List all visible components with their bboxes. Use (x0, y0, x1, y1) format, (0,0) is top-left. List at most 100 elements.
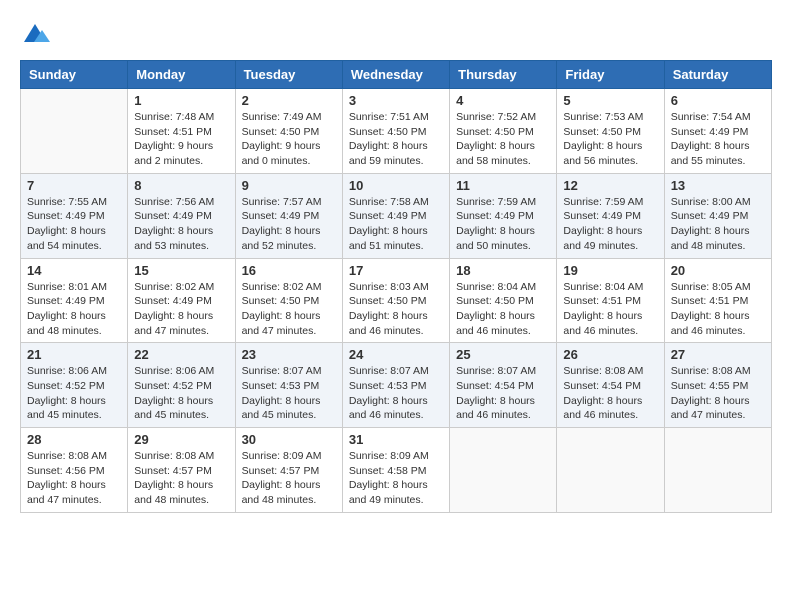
day-info: Sunrise: 8:08 AM Sunset: 4:54 PM Dayligh… (563, 364, 657, 423)
calendar-cell: 10 Sunrise: 7:58 AM Sunset: 4:49 PM Dayli… (342, 173, 449, 258)
calendar-cell: 2 Sunrise: 7:49 AM Sunset: 4:50 PM Daylig… (235, 89, 342, 174)
day-info: Sunrise: 8:07 AM Sunset: 4:54 PM Dayligh… (456, 364, 550, 423)
calendar-week-4: 21 Sunrise: 8:06 AM Sunset: 4:52 PM Dayli… (21, 343, 772, 428)
day-header-sunday: Sunday (21, 61, 128, 89)
calendar-cell: 1 Sunrise: 7:48 AM Sunset: 4:51 PM Daylig… (128, 89, 235, 174)
logo (20, 20, 54, 50)
day-number: 13 (671, 178, 765, 193)
calendar-cell (450, 428, 557, 513)
day-number: 4 (456, 93, 550, 108)
day-info: Sunrise: 7:57 AM Sunset: 4:49 PM Dayligh… (242, 195, 336, 254)
day-info: Sunrise: 8:01 AM Sunset: 4:49 PM Dayligh… (27, 280, 121, 339)
day-number: 8 (134, 178, 228, 193)
calendar-cell: 22 Sunrise: 8:06 AM Sunset: 4:52 PM Dayli… (128, 343, 235, 428)
day-info: Sunrise: 7:52 AM Sunset: 4:50 PM Dayligh… (456, 110, 550, 169)
day-header-friday: Friday (557, 61, 664, 89)
day-info: Sunrise: 8:06 AM Sunset: 4:52 PM Dayligh… (27, 364, 121, 423)
day-info: Sunrise: 7:53 AM Sunset: 4:50 PM Dayligh… (563, 110, 657, 169)
day-number: 2 (242, 93, 336, 108)
day-number: 1 (134, 93, 228, 108)
day-number: 5 (563, 93, 657, 108)
page-header (20, 20, 772, 50)
day-number: 30 (242, 432, 336, 447)
day-number: 7 (27, 178, 121, 193)
calendar-cell: 30 Sunrise: 8:09 AM Sunset: 4:57 PM Dayli… (235, 428, 342, 513)
day-number: 10 (349, 178, 443, 193)
day-info: Sunrise: 7:55 AM Sunset: 4:49 PM Dayligh… (27, 195, 121, 254)
day-number: 22 (134, 347, 228, 362)
day-header-monday: Monday (128, 61, 235, 89)
calendar-cell: 17Sunrise: 8:03 AM Sunset: 4:50 PM Dayli… (342, 258, 449, 343)
day-info: Sunrise: 7:56 AM Sunset: 4:49 PM Dayligh… (134, 195, 228, 254)
day-info: Sunrise: 8:09 AM Sunset: 4:57 PM Dayligh… (242, 449, 336, 508)
day-header-saturday: Saturday (664, 61, 771, 89)
calendar-cell: 23 Sunrise: 8:07 AM Sunset: 4:53 PM Dayli… (235, 343, 342, 428)
day-info: Sunrise: 7:51 AM Sunset: 4:50 PM Dayligh… (349, 110, 443, 169)
day-number: 11 (456, 178, 550, 193)
calendar-cell (21, 89, 128, 174)
day-info: Sunrise: 8:05 AM Sunset: 4:51 PM Dayligh… (671, 280, 765, 339)
day-header-wednesday: Wednesday (342, 61, 449, 89)
calendar-cell: 24 Sunrise: 8:07 AM Sunset: 4:53 PM Dayli… (342, 343, 449, 428)
day-info: Sunrise: 7:59 AM Sunset: 4:49 PM Dayligh… (456, 195, 550, 254)
day-info: Sunrise: 8:06 AM Sunset: 4:52 PM Dayligh… (134, 364, 228, 423)
calendar-body: 1 Sunrise: 7:48 AM Sunset: 4:51 PM Daylig… (21, 89, 772, 513)
calendar-cell: 31Sunrise: 8:09 AM Sunset: 4:58 PM Dayli… (342, 428, 449, 513)
day-number: 24 (349, 347, 443, 362)
calendar-cell: 29 Sunrise: 8:08 AM Sunset: 4:57 PM Dayli… (128, 428, 235, 513)
calendar-cell: 16 Sunrise: 8:02 AM Sunset: 4:50 PM Dayli… (235, 258, 342, 343)
day-info: Sunrise: 8:02 AM Sunset: 4:49 PM Dayligh… (134, 280, 228, 339)
day-number: 15 (134, 263, 228, 278)
day-info: Sunrise: 8:03 AM Sunset: 4:50 PM Dayligh… (349, 280, 443, 339)
calendar-cell: 18Sunrise: 8:04 AM Sunset: 4:50 PM Dayli… (450, 258, 557, 343)
calendar-cell: 4 Sunrise: 7:52 AM Sunset: 4:50 PM Daylig… (450, 89, 557, 174)
day-number: 12 (563, 178, 657, 193)
calendar-week-5: 28 Sunrise: 8:08 AM Sunset: 4:56 PM Dayli… (21, 428, 772, 513)
day-number: 14 (27, 263, 121, 278)
calendar-week-1: 1 Sunrise: 7:48 AM Sunset: 4:51 PM Daylig… (21, 89, 772, 174)
day-number: 25 (456, 347, 550, 362)
calendar-cell: 3Sunrise: 7:51 AM Sunset: 4:50 PM Daylig… (342, 89, 449, 174)
day-number: 23 (242, 347, 336, 362)
day-info: Sunrise: 8:04 AM Sunset: 4:50 PM Dayligh… (456, 280, 550, 339)
day-info: Sunrise: 7:48 AM Sunset: 4:51 PM Dayligh… (134, 110, 228, 169)
calendar-cell: 9 Sunrise: 7:57 AM Sunset: 4:49 PM Daylig… (235, 173, 342, 258)
day-number: 16 (242, 263, 336, 278)
logo-icon (20, 20, 50, 50)
calendar-cell: 21 Sunrise: 8:06 AM Sunset: 4:52 PM Dayli… (21, 343, 128, 428)
calendar-cell: 26 Sunrise: 8:08 AM Sunset: 4:54 PM Dayli… (557, 343, 664, 428)
calendar-cell: 15 Sunrise: 8:02 AM Sunset: 4:49 PM Dayli… (128, 258, 235, 343)
day-info: Sunrise: 8:04 AM Sunset: 4:51 PM Dayligh… (563, 280, 657, 339)
day-info: Sunrise: 8:02 AM Sunset: 4:50 PM Dayligh… (242, 280, 336, 339)
day-header-thursday: Thursday (450, 61, 557, 89)
day-number: 29 (134, 432, 228, 447)
calendar-cell: 13Sunrise: 8:00 AM Sunset: 4:49 PM Dayli… (664, 173, 771, 258)
day-info: Sunrise: 7:49 AM Sunset: 4:50 PM Dayligh… (242, 110, 336, 169)
day-number: 19 (563, 263, 657, 278)
calendar-cell: 28 Sunrise: 8:08 AM Sunset: 4:56 PM Dayli… (21, 428, 128, 513)
calendar-header: SundayMondayTuesdayWednesdayThursdayFrid… (21, 61, 772, 89)
calendar-cell: 7 Sunrise: 7:55 AM Sunset: 4:49 PM Daylig… (21, 173, 128, 258)
day-info: Sunrise: 8:08 AM Sunset: 4:57 PM Dayligh… (134, 449, 228, 508)
calendar-week-3: 14 Sunrise: 8:01 AM Sunset: 4:49 PM Dayli… (21, 258, 772, 343)
day-number: 20 (671, 263, 765, 278)
header-row: SundayMondayTuesdayWednesdayThursdayFrid… (21, 61, 772, 89)
calendar-cell: 6 Sunrise: 7:54 AM Sunset: 4:49 PM Daylig… (664, 89, 771, 174)
calendar-week-2: 7 Sunrise: 7:55 AM Sunset: 4:49 PM Daylig… (21, 173, 772, 258)
calendar-table: SundayMondayTuesdayWednesdayThursdayFrid… (20, 60, 772, 513)
day-number: 26 (563, 347, 657, 362)
day-number: 6 (671, 93, 765, 108)
calendar-cell: 20 Sunrise: 8:05 AM Sunset: 4:51 PM Dayli… (664, 258, 771, 343)
calendar-cell: 12Sunrise: 7:59 AM Sunset: 4:49 PM Dayli… (557, 173, 664, 258)
day-info: Sunrise: 8:07 AM Sunset: 4:53 PM Dayligh… (349, 364, 443, 423)
day-info: Sunrise: 8:08 AM Sunset: 4:56 PM Dayligh… (27, 449, 121, 508)
day-number: 31 (349, 432, 443, 447)
calendar-cell: 5 Sunrise: 7:53 AM Sunset: 4:50 PM Daylig… (557, 89, 664, 174)
day-info: Sunrise: 7:54 AM Sunset: 4:49 PM Dayligh… (671, 110, 765, 169)
day-number: 28 (27, 432, 121, 447)
day-info: Sunrise: 7:58 AM Sunset: 4:49 PM Dayligh… (349, 195, 443, 254)
day-number: 21 (27, 347, 121, 362)
calendar-cell: 8 Sunrise: 7:56 AM Sunset: 4:49 PM Daylig… (128, 173, 235, 258)
day-number: 9 (242, 178, 336, 193)
day-info: Sunrise: 8:07 AM Sunset: 4:53 PM Dayligh… (242, 364, 336, 423)
